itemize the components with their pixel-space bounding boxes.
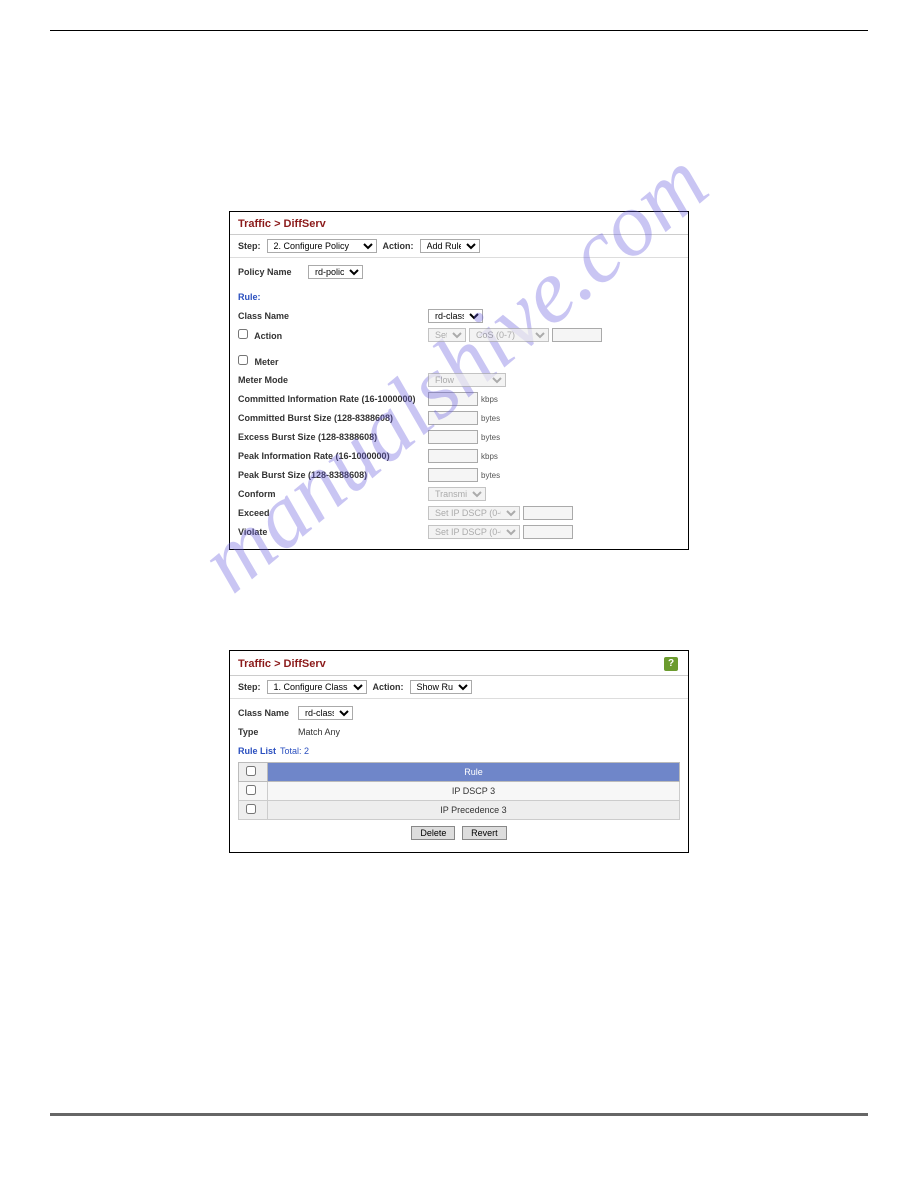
row1-checkbox[interactable] (246, 785, 256, 795)
exceed-input (523, 506, 573, 520)
panel2-title-text: Traffic > DiffServ (238, 658, 326, 670)
exceed-label: Exceed (238, 508, 428, 518)
panel1-title: Traffic > DiffServ (230, 212, 688, 235)
row1-cell: IP DSCP 3 (268, 782, 680, 801)
rule-list-label: Rule List (238, 746, 276, 756)
cbs-input (428, 411, 478, 425)
violate-select: Set IP DSCP (0-63) (428, 525, 520, 539)
step2-label: Step: (238, 682, 261, 692)
help-icon[interactable]: ? (664, 657, 678, 671)
cbs-unit: bytes (481, 414, 500, 423)
action-select[interactable]: Add Rule (420, 239, 480, 253)
meter-mode-label: Meter Mode (238, 375, 428, 385)
panel-configure-policy: Traffic > DiffServ Step: 2. Configure Po… (229, 211, 689, 550)
action-chk-text: Action (254, 331, 282, 341)
cbs-label: Committed Burst Size (128-8388608) (238, 413, 428, 423)
step-label: Step: (238, 241, 261, 251)
meter-chk-label: Meter (238, 355, 428, 367)
panel-show-rule: Traffic > DiffServ ? Step: 1. Configure … (229, 650, 689, 853)
bottom-rule (50, 1113, 868, 1116)
rule-heading: Rule: (238, 292, 261, 302)
action-value-input (552, 328, 602, 342)
panel1-title-text: Traffic > DiffServ (238, 218, 326, 230)
meter-mode-select: Flow (428, 373, 506, 387)
class-name-label: Class Name (238, 311, 428, 321)
panel2-title: Traffic > DiffServ ? (230, 651, 688, 676)
action-cos-select: CoS (0-7) (469, 328, 549, 342)
class-name2-select[interactable]: rd-class (298, 706, 353, 720)
step-select[interactable]: 2. Configure Policy (267, 239, 377, 253)
conform-label: Conform (238, 489, 428, 499)
action2-label: Action: (373, 682, 404, 692)
exceed-select: Set IP DSCP (0-63) (428, 506, 520, 520)
panel2-step-row: Step: 1. Configure Class Action: Show Ru… (230, 676, 688, 699)
ebs-label: Excess Burst Size (128-8388608) (238, 432, 428, 442)
action2-select[interactable]: Show Rule (410, 680, 472, 694)
table-row: IP DSCP 3 (239, 782, 680, 801)
delete-button[interactable]: Delete (411, 826, 455, 840)
violate-label: Violate (238, 527, 428, 537)
pir-label: Peak Information Rate (16-1000000) (238, 451, 428, 461)
button-row: Delete Revert (238, 820, 680, 846)
type-label: Type (238, 727, 298, 737)
class-name-select[interactable]: rd-class (428, 309, 483, 323)
policy-name-select[interactable]: rd-policy (308, 265, 363, 279)
pir-unit: kbps (481, 452, 498, 461)
row2-cell: IP Precedence 3 (268, 801, 680, 820)
action-chk-label: Action (238, 329, 428, 341)
ebs-unit: bytes (481, 433, 500, 442)
select-all-checkbox[interactable] (246, 766, 256, 776)
violate-input (523, 525, 573, 539)
row2-checkbox[interactable] (246, 804, 256, 814)
action-set-select: Set (428, 328, 466, 342)
pir-input (428, 449, 478, 463)
rule-table: Rule IP DSCP 3 IP Precedence 3 (238, 762, 680, 820)
action-checkbox[interactable] (238, 329, 248, 339)
step2-select[interactable]: 1. Configure Class (267, 680, 367, 694)
conform-select: Transmit (428, 487, 486, 501)
pbs-label: Peak Burst Size (128-8388608) (238, 470, 428, 480)
type-value: Match Any (298, 727, 340, 737)
top-rule (50, 30, 868, 31)
rule-list-total: Total: 2 (280, 746, 309, 756)
meter-text: Meter (255, 357, 279, 367)
cir-unit: kbps (481, 395, 498, 404)
ebs-input (428, 430, 478, 444)
table-header-rule: Rule (268, 763, 680, 782)
class-name2-label: Class Name (238, 708, 298, 718)
panel1-step-row: Step: 2. Configure Policy Action: Add Ru… (230, 235, 688, 258)
revert-button[interactable]: Revert (462, 826, 507, 840)
policy-name-label: Policy Name (238, 267, 308, 277)
meter-checkbox[interactable] (238, 355, 248, 365)
cir-label: Committed Information Rate (16-1000000) (238, 394, 428, 404)
pbs-unit: bytes (481, 471, 500, 480)
table-row: IP Precedence 3 (239, 801, 680, 820)
cir-input (428, 392, 478, 406)
pbs-input (428, 468, 478, 482)
action-label: Action: (383, 241, 414, 251)
table-header-checkbox (239, 763, 268, 782)
